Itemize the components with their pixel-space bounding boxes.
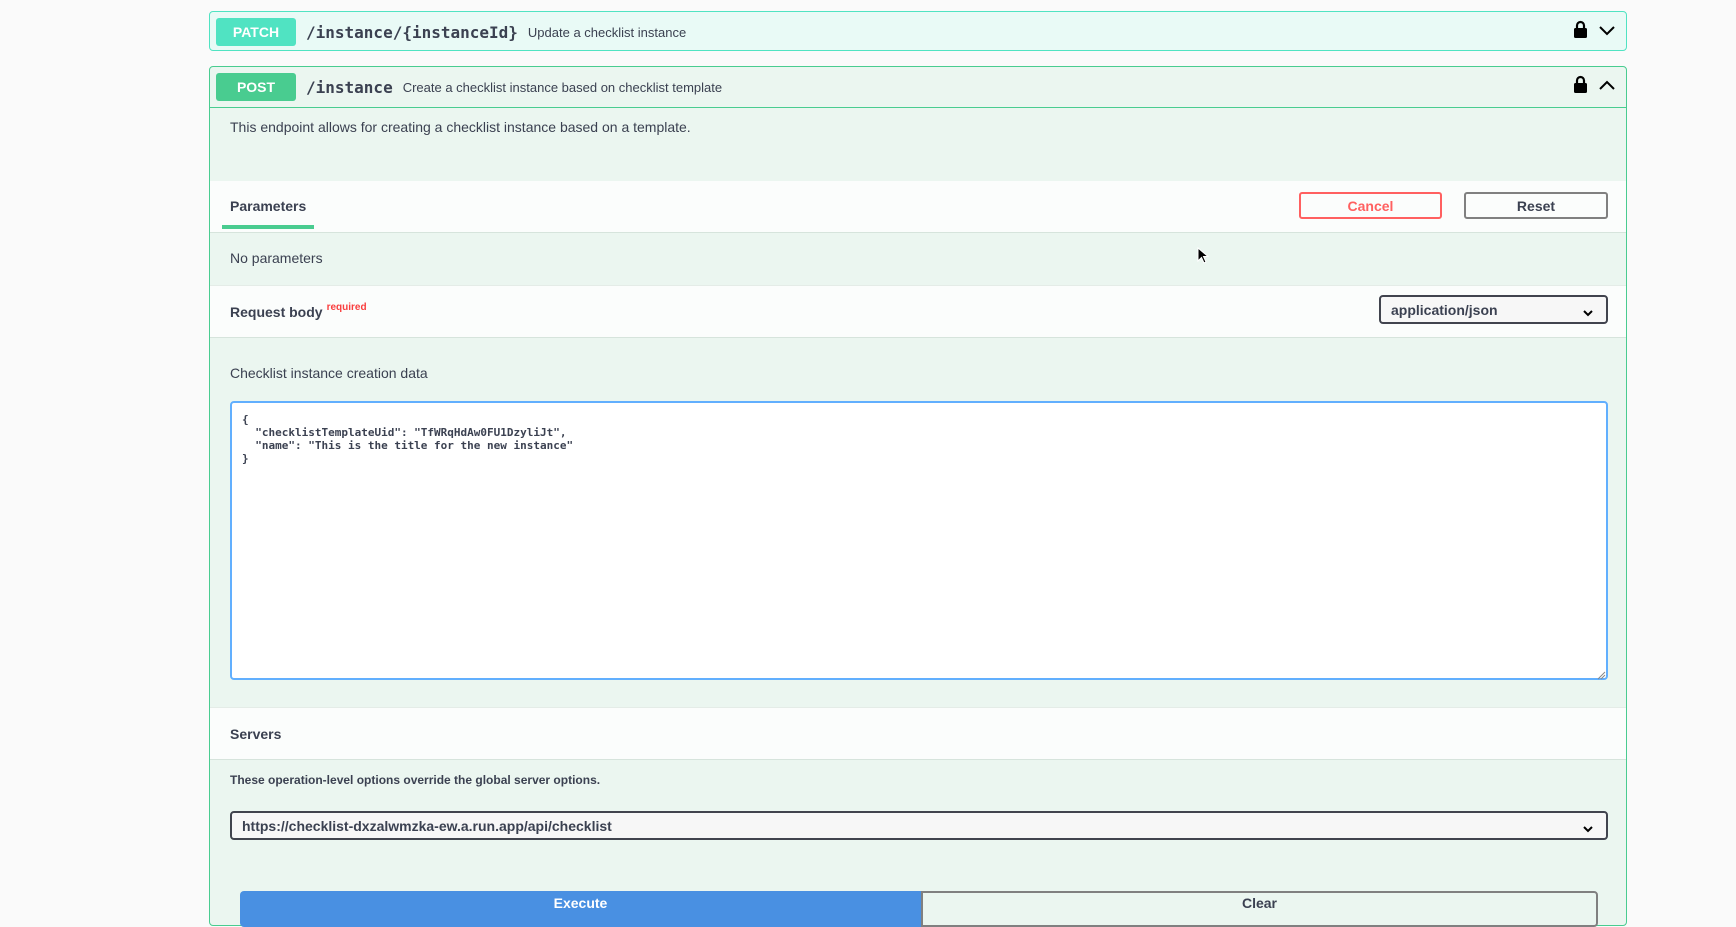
endpoint-description: This endpoint allows for creating a chec… xyxy=(230,119,691,135)
request-body-label: Request body xyxy=(230,304,323,320)
request-body-header: Request body required application/json xyxy=(210,285,1626,338)
clear-button[interactable]: Clear xyxy=(921,891,1598,927)
opblock-summary-post[interactable]: POST /instance Create a checklist instan… xyxy=(210,67,1626,108)
request-body-description: Checklist instance creation data xyxy=(230,365,428,381)
chevron-down-icon xyxy=(1582,821,1594,837)
chevron-down-icon[interactable] xyxy=(1598,23,1616,41)
parameters-header: Parameters Cancel Reset xyxy=(210,181,1626,233)
active-tab-indicator xyxy=(222,225,314,229)
content-type-select[interactable]: application/json xyxy=(1379,295,1608,324)
endpoint-summary: Create a checklist instance based on che… xyxy=(402,79,723,95)
servers-title: Servers xyxy=(230,726,282,742)
servers-note: These operation-level options override t… xyxy=(230,773,601,787)
chevron-up-icon[interactable] xyxy=(1598,78,1616,96)
tab-parameters[interactable]: Parameters xyxy=(230,198,306,214)
mouse-cursor-icon xyxy=(1197,246,1210,270)
cancel-button[interactable]: Cancel xyxy=(1299,192,1442,219)
no-parameters-text: No parameters xyxy=(230,250,323,266)
endpoint-path: /instance/{instanceId} xyxy=(306,22,518,42)
endpoint-path: /instance xyxy=(306,77,393,97)
execute-button[interactable]: Execute xyxy=(240,891,921,927)
request-body-editor[interactable]: { "checklistTemplateUid": "TfWRqHdAw0FU1… xyxy=(230,401,1608,680)
server-select[interactable]: https://checklist-dxzalwmzka-ew.a.run.ap… xyxy=(230,811,1608,840)
lock-icon[interactable] xyxy=(1573,75,1588,99)
chevron-down-icon xyxy=(1582,305,1594,321)
server-select-value: https://checklist-dxzalwmzka-ew.a.run.ap… xyxy=(242,817,612,834)
reset-button[interactable]: Reset xyxy=(1464,192,1608,219)
method-badge-patch: PATCH xyxy=(216,18,296,46)
request-body-title: Request body required xyxy=(230,302,367,320)
servers-header: Servers xyxy=(210,707,1626,760)
opblock-summary-patch[interactable]: PATCH /instance/{instanceId} Update a ch… xyxy=(210,12,1626,52)
lock-icon[interactable] xyxy=(1573,20,1588,44)
endpoint-summary: Update a checklist instance xyxy=(527,24,687,40)
method-badge-post: POST xyxy=(216,73,296,101)
content-type-value: application/json xyxy=(1391,301,1498,318)
resize-handle-icon[interactable] xyxy=(1596,667,1606,685)
opblock-patch[interactable]: PATCH /instance/{instanceId} Update a ch… xyxy=(209,11,1627,51)
opblock-post[interactable]: POST /instance Create a checklist instan… xyxy=(209,66,1627,927)
required-badge: required xyxy=(326,302,367,313)
